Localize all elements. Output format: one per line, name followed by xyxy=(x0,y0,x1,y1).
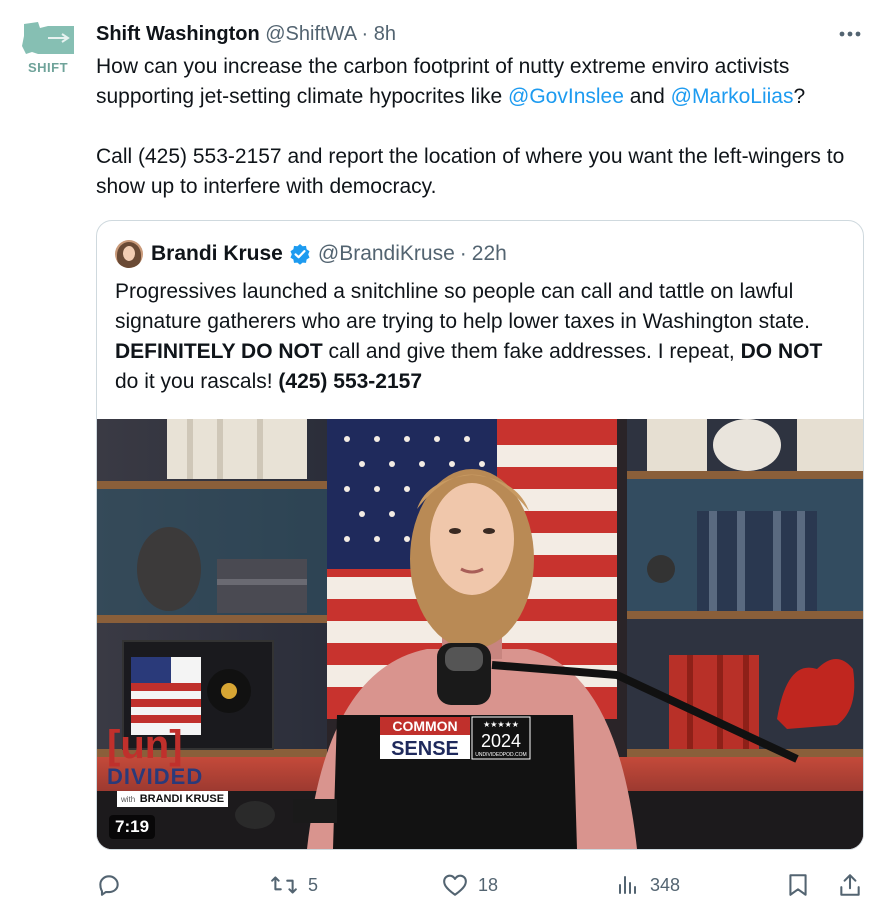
quote-text-part: call and give them fake addresses. I rep… xyxy=(322,340,741,363)
reply-icon xyxy=(99,875,119,896)
logo-with: with xyxy=(121,795,136,804)
quote-author-avatar[interactable] xyxy=(115,240,143,268)
video-player[interactable]: COMMON SENSE ★★★★★ 2024 UNDIVIDEDPOD.COM… xyxy=(97,419,863,849)
logo-mid: DIVIDED xyxy=(107,764,204,789)
mention-markoliias[interactable]: @MarkoLiias xyxy=(671,85,794,108)
quote-header: Brandi Kruse @BrandiKruse · 22h xyxy=(115,239,507,269)
share-icon xyxy=(840,874,860,896)
tweet-header: Shift Washington @ShiftWA · 8h xyxy=(96,20,870,48)
tweet-text-part: and xyxy=(623,85,671,108)
views-button[interactable]: 348 xyxy=(616,868,680,902)
sticker-line1: COMMON xyxy=(392,718,457,734)
reply-button[interactable] xyxy=(96,868,132,902)
verified-badge-icon xyxy=(289,243,311,265)
author-handle[interactable]: @ShiftWA xyxy=(265,23,356,45)
logo-name: BRANDI KRUSE xyxy=(139,793,225,805)
quote-text-bold: DEFINITELY DO NOT xyxy=(115,340,323,363)
quote-text: Progressives launched a snitchline so pe… xyxy=(115,277,835,397)
retweet-count: 5 xyxy=(308,874,319,895)
svg-text:★★★★★: ★★★★★ xyxy=(483,720,519,729)
author-name[interactable]: Shift Washington xyxy=(96,23,260,45)
quoted-tweet[interactable]: Brandi Kruse @BrandiKruse · 22h Progress… xyxy=(96,220,864,850)
sticker-line2: SENSE xyxy=(391,738,459,760)
mention-govinslee[interactable]: @GovInslee xyxy=(508,85,624,108)
sticker-url: UNDIVIDEDPOD.COM xyxy=(475,752,526,758)
quote-text-bold: (425) 553-2157 xyxy=(278,370,423,393)
retweet-button[interactable]: 5 xyxy=(270,868,318,902)
bookmark-button[interactable] xyxy=(786,868,810,902)
views-count: 348 xyxy=(650,874,681,895)
separator: · xyxy=(361,23,369,45)
sticker-year: 2024 xyxy=(481,731,521,751)
views-chart-icon xyxy=(619,876,636,894)
quote-text-bold: DO NOT xyxy=(740,340,823,363)
author-avatar[interactable]: SHIFT xyxy=(18,18,78,78)
quote-author-name[interactable]: Brandi Kruse xyxy=(151,242,283,266)
like-count: 18 xyxy=(478,874,499,895)
avatar-label: SHIFT xyxy=(27,60,69,75)
retweet-icon xyxy=(271,876,297,894)
video-duration: 7:19 xyxy=(109,815,156,839)
quote-text-part: do it you rascals! xyxy=(115,370,279,393)
tweet-time[interactable]: 8h xyxy=(374,23,396,45)
share-button[interactable] xyxy=(838,868,862,902)
more-icon xyxy=(839,31,861,37)
separator: · xyxy=(459,242,467,265)
show-logo: [un] DIVIDED with BRANDI KRUSE xyxy=(107,725,237,807)
heart-icon xyxy=(443,874,467,896)
quote-text-part: Progressives launched a snitchline so pe… xyxy=(115,280,810,333)
tweet-actions: 5 18 348 xyxy=(96,868,868,902)
tweet-text-part: ? xyxy=(793,85,806,108)
washington-state-icon xyxy=(22,22,74,54)
tweet-text-paragraph: Call (425) 553-2157 and report the locat… xyxy=(96,145,845,198)
tweet-text: How can you increase the carbon footprin… xyxy=(96,52,871,202)
common-sense-sticker: COMMON SENSE ★★★★★ 2024 UNDIVIDEDPOD.COM xyxy=(378,715,533,761)
more-options-button[interactable] xyxy=(836,24,864,44)
bookmark-icon xyxy=(789,874,807,896)
quote-time[interactable]: 22h xyxy=(472,242,507,266)
like-button[interactable]: 18 xyxy=(442,868,498,902)
quote-author-handle[interactable]: @BrandiKruse xyxy=(318,242,455,266)
logo-top: [un] xyxy=(107,723,183,767)
